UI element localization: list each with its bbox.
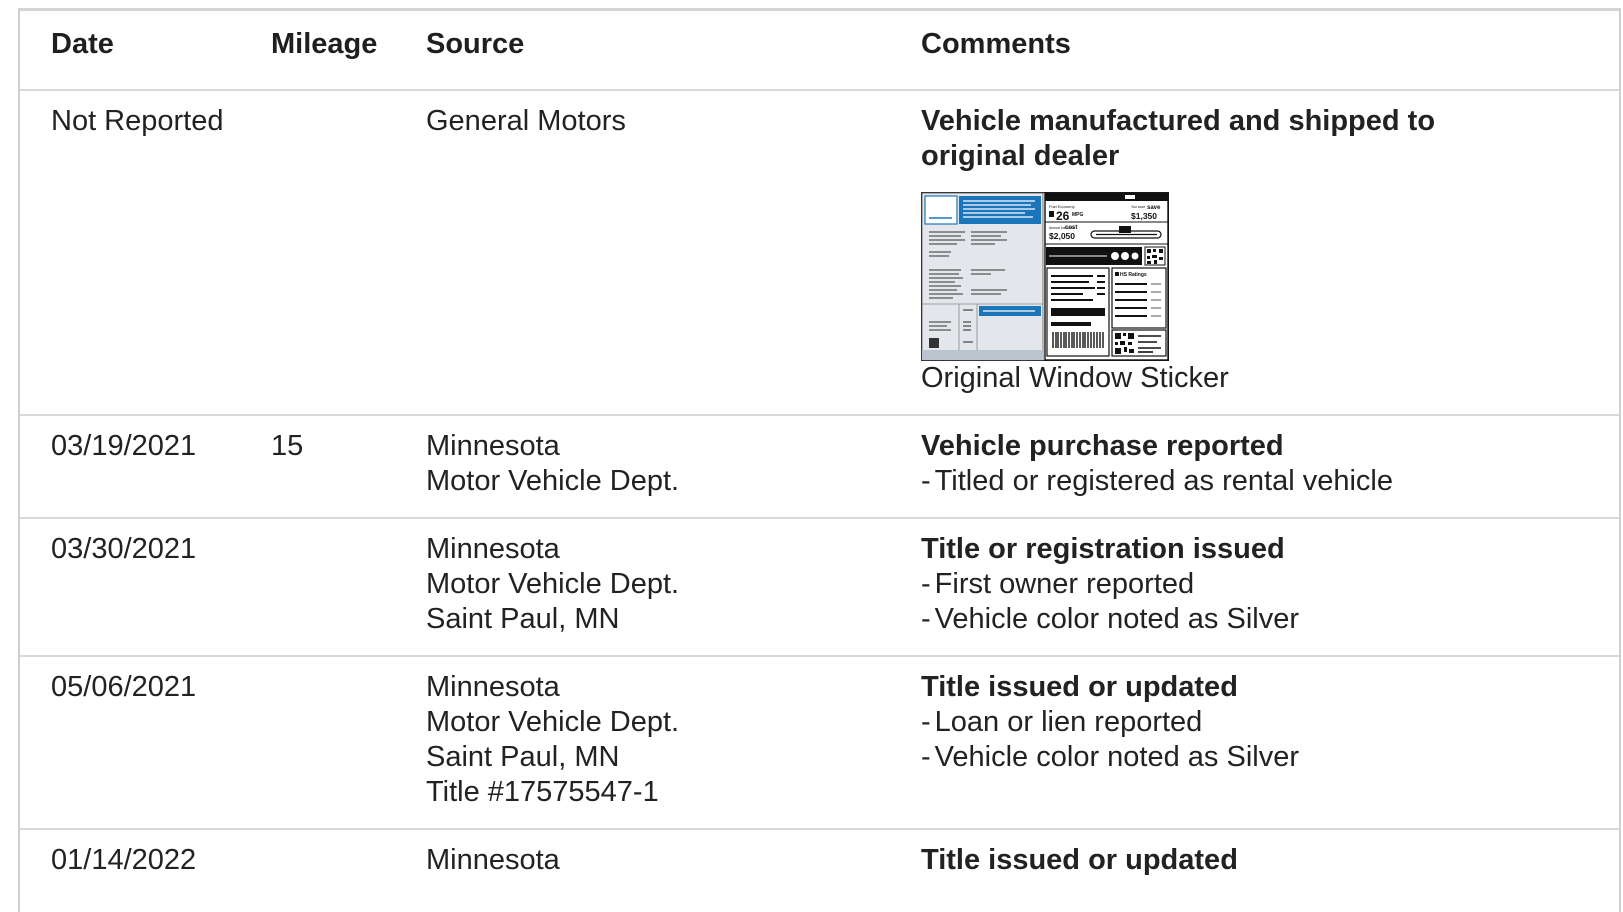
source-line: Minnesota <box>426 533 560 565</box>
vehicle-history-page: Date Mileage Source Comments Not Reporte… <box>0 0 1623 912</box>
row-source: Minnesota <box>426 829 921 896</box>
column-header-date: Date <box>51 28 114 60</box>
window-sticker-thumbnail[interactable]: Fuel Economy 26 MPG You save save $1,350… <box>921 192 1169 361</box>
row-comments: Title issued or updated - Loan or lien re… <box>921 656 1619 829</box>
source-line: General Motors <box>426 105 626 137</box>
svg-text:26: 26 <box>1056 209 1070 223</box>
table-row: Not Reported General Motors Vehicle manu… <box>20 90 1619 415</box>
comment-item: - First owner reported <box>921 568 1195 600</box>
svg-text:$1,350: $1,350 <box>1131 211 1157 221</box>
comment-title: Title or registration issued <box>921 533 1285 565</box>
svg-text:HS Ratings: HS Ratings <box>1120 272 1147 278</box>
source-line: Motor Vehicle Dept. <box>426 568 680 600</box>
window-sticker-caption[interactable]: Original Window Sticker <box>921 361 1619 396</box>
table-row: 05/06/2021 Minnesota Motor Vehicle Dept.… <box>20 656 1619 829</box>
table-row: 03/30/2021 Minnesota Motor Vehicle Dept.… <box>20 518 1619 656</box>
svg-text:$2,050: $2,050 <box>1049 231 1075 241</box>
table-row: 01/14/2022 Minnesota Title issued or upd… <box>20 829 1619 896</box>
window-sticker-link[interactable]: Fuel Economy 26 MPG You save save $1,350… <box>921 192 1619 396</box>
source-line: Saint Paul, MN <box>426 741 620 773</box>
comment-item: - Loan or lien reported <box>921 706 1203 738</box>
comment-title: Title issued or updated <box>921 844 1238 876</box>
vehicle-history-table: Date Mileage Source Comments Not Reporte… <box>20 11 1619 896</box>
source-line: Saint Paul, MN <box>426 603 620 635</box>
row-mileage <box>271 90 426 415</box>
source-line: Minnesota <box>426 671 560 703</box>
column-header-source: Source <box>426 28 525 60</box>
row-date: Not Reported <box>51 105 224 137</box>
source-line: Motor Vehicle Dept. <box>426 706 680 738</box>
row-mileage <box>271 656 426 829</box>
row-source: General Motors <box>426 90 921 415</box>
row-source: Minnesota Motor Vehicle Dept. <box>426 415 921 518</box>
table-row: 03/19/2021 15 Minnesota Motor Vehicle De… <box>20 415 1619 518</box>
column-header-comments: Comments <box>921 28 1071 60</box>
comment-title: Title issued or updated <box>921 671 1238 703</box>
source-line: Title #17575547-1 <box>426 776 659 808</box>
row-date: 03/19/2021 <box>51 430 197 462</box>
comment-title: Vehicle manufactured and shipped to orig… <box>921 105 1436 172</box>
row-source: Minnesota Motor Vehicle Dept. Saint Paul… <box>426 518 921 656</box>
comment-item: - Vehicle color noted as Silver <box>921 741 1299 773</box>
row-mileage <box>271 829 426 896</box>
table-header-row: Date Mileage Source Comments <box>20 11 1619 90</box>
svg-text:MPG: MPG <box>1072 212 1084 218</box>
svg-text:You save: You save <box>1131 205 1145 209</box>
column-header-mileage: Mileage <box>271 28 378 60</box>
row-mileage: 15 <box>271 430 304 462</box>
row-comments: Vehicle manufactured and shipped to orig… <box>921 90 1619 415</box>
source-line: Motor Vehicle Dept. <box>426 465 680 497</box>
row-source: Minnesota Motor Vehicle Dept. Saint Paul… <box>426 656 921 829</box>
row-mileage <box>271 518 426 656</box>
comment-title: Vehicle purchase reported <box>921 430 1284 462</box>
comment-item: - Titled or registered as rental vehicle <box>921 465 1393 497</box>
row-comments: Title issued or updated <box>921 829 1619 896</box>
comment-item: - Vehicle color noted as Silver <box>921 603 1299 635</box>
source-line: Minnesota <box>426 844 560 876</box>
row-comments: Title or registration issued - First owne… <box>921 518 1619 656</box>
row-comments: Vehicle purchase reported - Titled or reg… <box>921 415 1619 518</box>
row-date: 03/30/2021 <box>51 533 197 565</box>
row-date: 05/06/2021 <box>51 671 197 703</box>
source-line: Minnesota <box>426 430 560 462</box>
row-date: 01/14/2022 <box>51 844 197 876</box>
